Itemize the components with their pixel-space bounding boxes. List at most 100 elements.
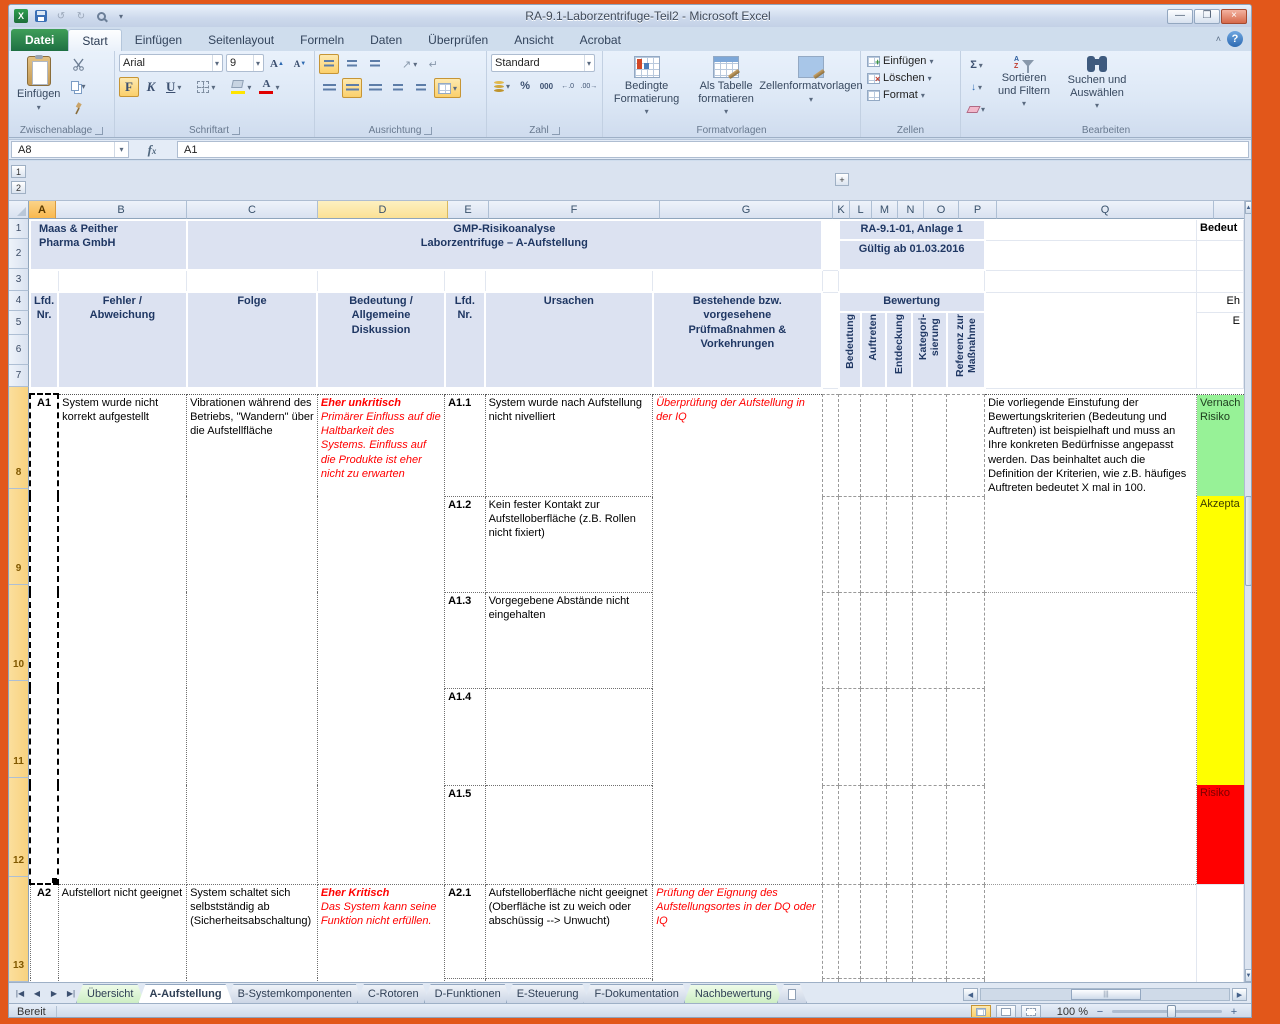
horizontal-scrollbar[interactable]: ◀ ||| ▶ bbox=[963, 988, 1251, 1003]
cell-p12[interactable] bbox=[947, 785, 985, 884]
row-header-13[interactable]: 13 bbox=[9, 877, 29, 982]
top-align-button[interactable] bbox=[319, 54, 339, 74]
orientation-button[interactable]: ↗▾ bbox=[399, 54, 420, 74]
outline-expand-button[interactable]: + bbox=[835, 173, 849, 186]
redo-icon[interactable]: ↻ bbox=[73, 9, 89, 24]
cell-f3[interactable] bbox=[485, 270, 653, 292]
scroll-right-icon[interactable]: ▶ bbox=[1232, 988, 1247, 1001]
cell-c3[interactable] bbox=[187, 270, 318, 292]
cell-folge-a2[interactable]: System schaltet sich selbstständig ab (S… bbox=[187, 884, 318, 982]
cell-o11[interactable] bbox=[912, 688, 947, 785]
cell-g3[interactable] bbox=[653, 270, 822, 292]
cell-id-a1-1[interactable]: A1.1 bbox=[445, 394, 486, 496]
cell-k11[interactable] bbox=[822, 688, 839, 785]
cell-o10[interactable] bbox=[912, 592, 947, 688]
cell-massnahme-a2[interactable]: Prüfung der Eignung des Aufstellungsorte… bbox=[653, 884, 822, 982]
cell-doc-title[interactable]: GMP-RisikoanalyseLaborzentrifuge – A-Auf… bbox=[187, 220, 823, 270]
header-ursachen[interactable]: Ursachen bbox=[485, 292, 653, 388]
clear-button[interactable]: ▾ bbox=[965, 99, 988, 119]
insert-worksheet-icon[interactable] bbox=[777, 984, 807, 1003]
row-header-10[interactable]: 10 bbox=[9, 585, 29, 681]
column-header-l[interactable]: L bbox=[850, 201, 872, 219]
format-as-table-button[interactable]: Als Tabelle formatieren ▾ bbox=[690, 54, 762, 122]
row-header-11[interactable]: 11 bbox=[9, 681, 29, 778]
outline-level-2-button[interactable]: 2 bbox=[11, 181, 26, 194]
insert-function-icon[interactable]: fx bbox=[148, 142, 157, 158]
cell-ursache-a1-4[interactable] bbox=[485, 688, 653, 785]
cell-o12[interactable] bbox=[912, 785, 947, 884]
row-header-5[interactable]: 5 bbox=[9, 311, 29, 335]
cell-doc-ref[interactable]: RA-9.1-01, Anlage 1 bbox=[839, 220, 985, 240]
cell-m9[interactable] bbox=[861, 496, 887, 592]
cell-ursache-a1-3[interactable]: Vorgegebene Abstände nicht eingehalten bbox=[485, 592, 653, 688]
cell-m10[interactable] bbox=[861, 592, 887, 688]
fill-button[interactable]: ↓▾ bbox=[965, 77, 988, 97]
column-header-b[interactable]: B bbox=[56, 201, 187, 219]
cell-p11[interactable] bbox=[947, 688, 985, 785]
cell-k3[interactable] bbox=[822, 270, 839, 292]
cell-e3[interactable] bbox=[445, 270, 486, 292]
page-layout-view-button[interactable] bbox=[996, 1005, 1016, 1018]
header-rot-entdeckung[interactable]: Entdeckung bbox=[886, 312, 912, 388]
number-format-combo[interactable]: Standard▾ bbox=[491, 54, 595, 72]
cell-ursache-a1-1[interactable]: System wurde nach Aufstellung nicht nive… bbox=[485, 394, 653, 496]
restore-button[interactable]: ❐ bbox=[1194, 9, 1220, 24]
header-bedeutung[interactable]: Bedeutung / Allgemeine Diskussion bbox=[317, 292, 444, 388]
format-cells-button[interactable]: Format▾ bbox=[865, 88, 956, 102]
column-header-o[interactable]: O bbox=[924, 201, 959, 219]
cell-n13[interactable] bbox=[886, 884, 912, 978]
cell-n12[interactable] bbox=[886, 785, 912, 884]
cell-l13[interactable] bbox=[839, 884, 861, 978]
cell-q2[interactable] bbox=[985, 240, 1197, 270]
bold-button[interactable]: F bbox=[119, 77, 139, 97]
wrap-text-button[interactable]: ↵ bbox=[423, 54, 443, 74]
italic-button[interactable]: K bbox=[141, 77, 161, 97]
header-rot-referenz[interactable]: Referenz zur Maßnahme bbox=[947, 312, 985, 388]
cell-ursache-a2-1[interactable]: Aufstelloberfläche nicht geeignet (Oberf… bbox=[485, 884, 653, 978]
tab-daten[interactable]: Daten bbox=[357, 29, 415, 51]
zoom-out-icon[interactable]: − bbox=[1093, 1006, 1107, 1018]
cell-r2[interactable] bbox=[1197, 240, 1244, 270]
scroll-left-icon[interactable]: ◀ bbox=[963, 988, 978, 1001]
cell-m13[interactable] bbox=[861, 884, 887, 978]
align-center-button[interactable] bbox=[342, 78, 362, 98]
header-rot-bedeutung[interactable]: Bedeutung bbox=[839, 312, 861, 388]
sheet-tab-d-funktionen[interactable]: D-Funktionen bbox=[424, 984, 512, 1003]
risk-cell-red[interactable]: Risiko bbox=[1197, 785, 1244, 884]
tab-seitenlayout[interactable]: Seitenlayout bbox=[195, 29, 287, 51]
dialog-launcher-icon[interactable] bbox=[232, 127, 240, 135]
comma-style-button[interactable]: 000 bbox=[537, 76, 555, 96]
minimize-ribbon-icon[interactable]: ˄ bbox=[1216, 34, 1221, 44]
cell-r1[interactable]: Bedeut bbox=[1197, 220, 1244, 240]
cell-id-a1-4[interactable]: A1.4 bbox=[445, 688, 486, 785]
formula-input[interactable]: A1 bbox=[177, 141, 1249, 158]
row-header-7[interactable]: 7 bbox=[9, 365, 29, 387]
cell-folge-a1[interactable]: Vibrationen während des Betriebs, "Wande… bbox=[187, 394, 318, 884]
cell-p8[interactable] bbox=[947, 394, 985, 496]
column-header-n[interactable]: N bbox=[898, 201, 924, 219]
outline-level-1-button[interactable]: 1 bbox=[11, 165, 26, 178]
copy-button[interactable]: ▾ bbox=[68, 76, 88, 96]
next-sheet-icon[interactable]: ▶ bbox=[46, 986, 62, 1001]
cell-q8-note[interactable]: Die vorliegende Einstufung der Bewertung… bbox=[985, 394, 1197, 592]
normal-view-button[interactable] bbox=[971, 1005, 991, 1018]
cell-b3[interactable] bbox=[58, 270, 186, 292]
cell-p13[interactable] bbox=[947, 884, 985, 978]
vertical-scroll-thumb[interactable] bbox=[1245, 496, 1251, 586]
print-preview-icon[interactable] bbox=[93, 9, 109, 24]
cell-q1[interactable] bbox=[985, 220, 1197, 240]
cell-m11[interactable] bbox=[861, 688, 887, 785]
horizontal-scroll-track[interactable]: ||| bbox=[980, 988, 1230, 1001]
cell-massnahme-a1[interactable]: Überprüfung der Aufstellung in der IQ bbox=[653, 394, 822, 884]
name-box[interactable]: A8 ▾ bbox=[11, 141, 129, 158]
help-icon[interactable]: ? bbox=[1227, 31, 1243, 47]
column-header-k[interactable]: K bbox=[833, 201, 850, 219]
row-header-8[interactable]: 8 bbox=[9, 387, 29, 489]
zoom-level[interactable]: 100 % bbox=[1057, 1006, 1088, 1018]
horizontal-scroll-thumb[interactable]: ||| bbox=[1071, 989, 1141, 1000]
prev-sheet-icon[interactable]: ◀ bbox=[29, 986, 45, 1001]
cell-o8[interactable] bbox=[912, 394, 947, 496]
cell-q4[interactable] bbox=[985, 292, 1197, 388]
insert-cells-button[interactable]: +Einfügen▾ bbox=[865, 54, 956, 68]
undo-icon[interactable]: ↺ bbox=[53, 9, 69, 24]
